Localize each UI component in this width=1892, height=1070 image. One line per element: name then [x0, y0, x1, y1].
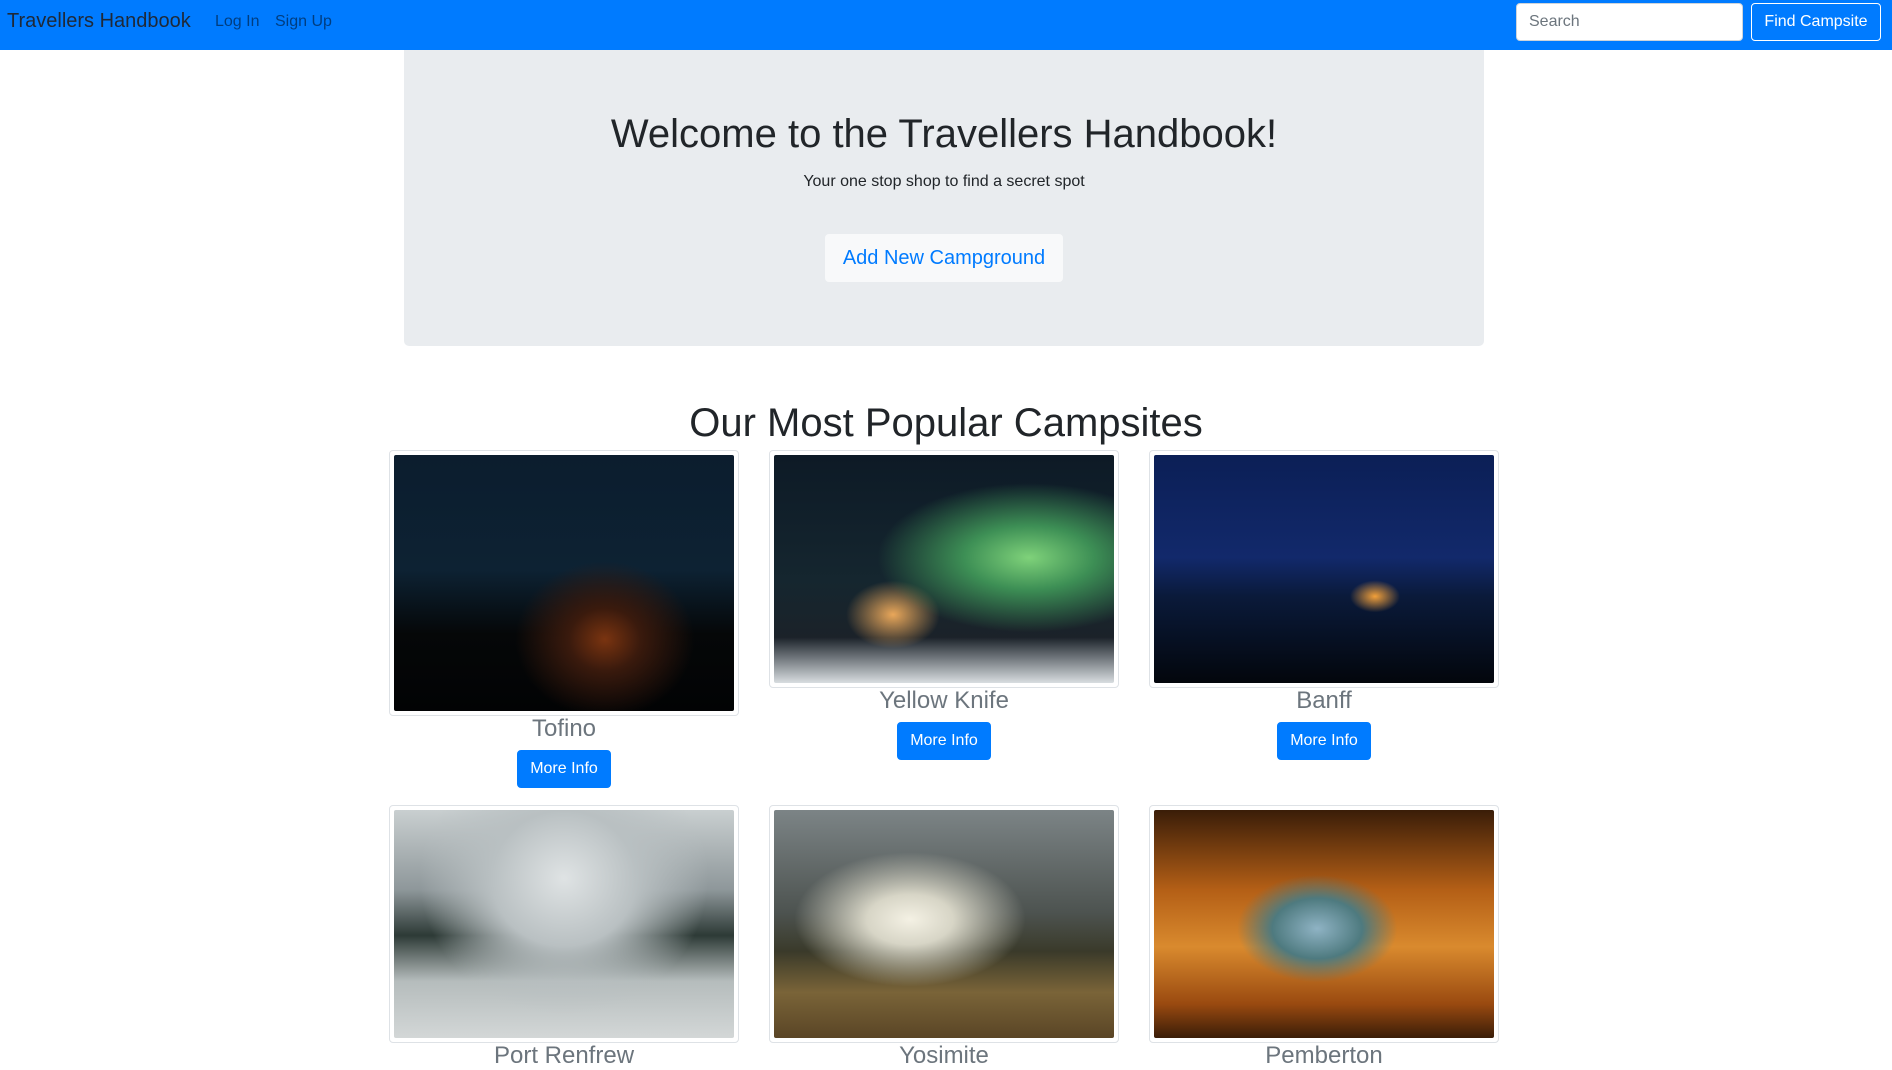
tent-interior-forest-photo — [1154, 810, 1494, 1038]
popular-title: Our Most Popular Campsites — [689, 401, 1203, 445]
add-campground-button[interactable]: Add New Campground — [825, 234, 1063, 282]
valley-sunrise-photo — [774, 810, 1114, 1038]
login-link[interactable]: Log In — [215, 13, 259, 31]
misty-mountains-lake-photo — [394, 810, 734, 1038]
campsite-name: Banff — [1296, 687, 1352, 714]
find-campsite-button[interactable]: Find Campsite — [1751, 3, 1881, 41]
aurora-tents-photo — [774, 455, 1114, 683]
more-info-button[interactable]: More Info — [517, 750, 611, 788]
navbar: Travellers Handbook Log In Sign Up Find … — [0, 0, 1892, 50]
campsite-thumbnail — [769, 450, 1119, 688]
brand-link[interactable]: Travellers Handbook — [7, 10, 191, 33]
campsite-name: Yellow Knife — [879, 687, 1009, 714]
campsite-thumbnail — [1149, 450, 1499, 688]
search-input[interactable] — [1516, 3, 1743, 41]
night-sky-campfire-photo — [394, 455, 734, 711]
campsite-thumbnail — [389, 450, 739, 716]
more-info-button[interactable]: More Info — [897, 722, 991, 760]
hero-title: Welcome to the Travellers Handbook! — [610, 112, 1278, 156]
campsite-name: Pemberton — [1265, 1042, 1383, 1069]
night-tent-mountains-photo — [1154, 455, 1494, 683]
signup-link[interactable]: Sign Up — [275, 13, 332, 31]
campsite-name: Yosimite — [899, 1042, 989, 1069]
campsite-name: Tofino — [531, 715, 597, 742]
campsite-thumbnail — [1149, 805, 1499, 1043]
campsite-thumbnail — [389, 805, 739, 1043]
hero-banner: Welcome to the Travellers Handbook! Your… — [404, 50, 1484, 346]
more-info-button[interactable]: More Info — [1277, 722, 1371, 760]
hero-subtitle: Your one stop shop to find a secret spot — [803, 173, 1085, 190]
campsite-thumbnail — [769, 805, 1119, 1043]
campsite-name: Port Renfrew — [493, 1042, 635, 1069]
